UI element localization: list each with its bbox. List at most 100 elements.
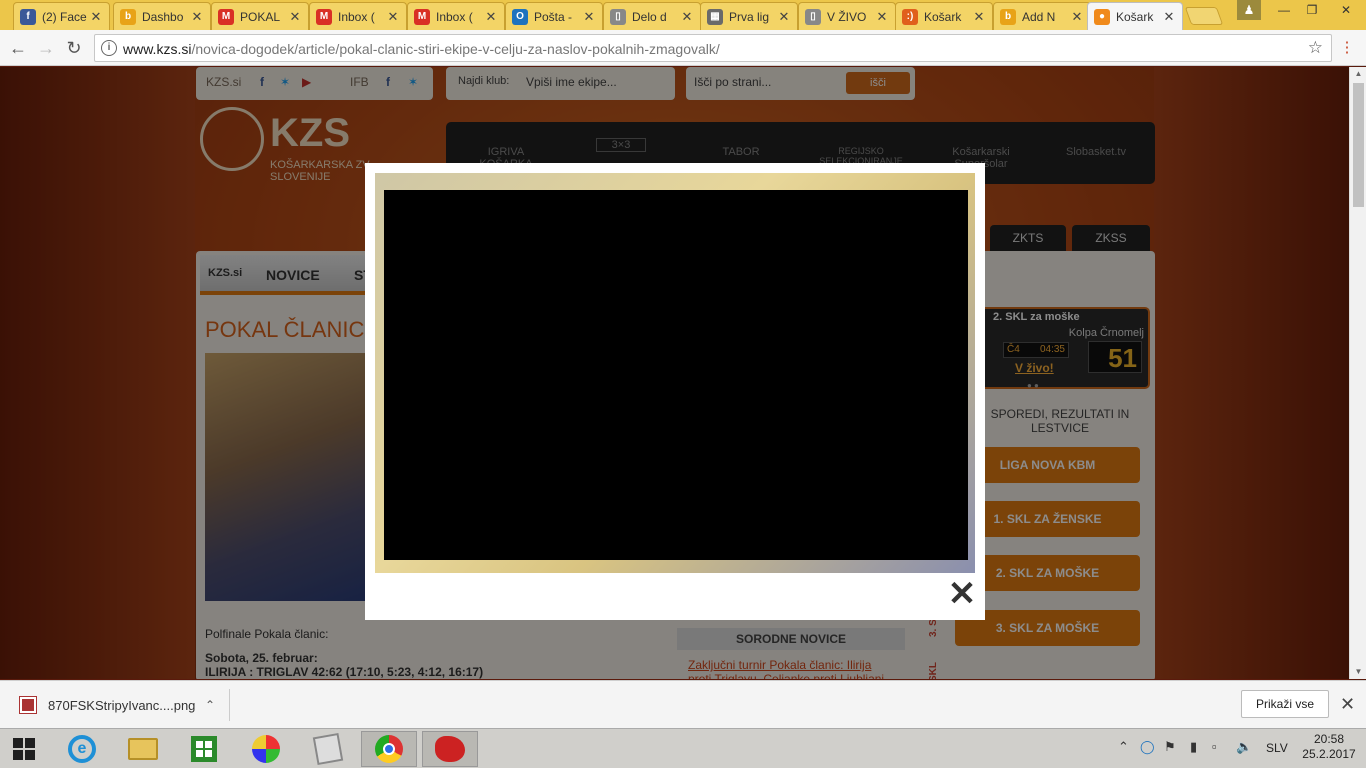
taskbar: e ⌃ ◯ ⚑ ▮ ▫ 🔈 SLV 20:58 25.2.2017 bbox=[0, 728, 1366, 768]
window-close-button[interactable]: ✕ bbox=[1326, 0, 1366, 20]
browser-tab[interactable]: ▦ Prva lig ✕ bbox=[700, 2, 798, 30]
forward-button[interactable]: → bbox=[34, 36, 58, 60]
store-icon bbox=[191, 736, 217, 762]
browser-tab[interactable]: O Pošta - ✕ bbox=[505, 2, 603, 30]
taskbar-chrome[interactable] bbox=[361, 731, 417, 767]
notepad-icon bbox=[312, 732, 344, 766]
taskbar-paint[interactable] bbox=[422, 731, 478, 767]
tab-title: Inbox ( bbox=[436, 9, 473, 24]
tab-favicon-icon: f bbox=[20, 8, 36, 25]
chevron-up-icon[interactable]: ⌃ bbox=[1118, 739, 1129, 755]
tab-favicon-icon: ▯ bbox=[805, 8, 821, 25]
show-all-button[interactable]: Prikaži vse bbox=[1241, 690, 1329, 718]
browser-toolbar: ← → ↻ i www.kzs.si/novica-dogodek/articl… bbox=[0, 30, 1366, 66]
tab-close-icon[interactable]: ✕ bbox=[386, 9, 400, 25]
lightbox-video[interactable] bbox=[384, 190, 968, 560]
tab-close-icon[interactable]: ✕ bbox=[1070, 9, 1084, 25]
taskbar-app-sphere[interactable] bbox=[238, 731, 294, 767]
tab-close-icon[interactable]: ✕ bbox=[484, 9, 498, 25]
url-text: www.kzs.si/novica-dogodek/article/pokal-… bbox=[123, 41, 720, 57]
browser-tab[interactable]: ▯ Delo d ✕ bbox=[603, 2, 701, 30]
taskbar-store[interactable] bbox=[176, 731, 232, 767]
minimize-button[interactable]: — bbox=[1270, 0, 1298, 20]
maximize-button[interactable]: ❐ bbox=[1298, 0, 1326, 20]
browser-tab[interactable]: M Inbox (✕ bbox=[407, 2, 505, 30]
tab-title: Košark bbox=[1116, 9, 1154, 24]
lightbox-modal: ✕ bbox=[365, 163, 985, 620]
browser-tab-strip: f (2) Face ✕ b Dashbo ✕ M POKAL ✕ M Inbox (✕ M Inbox… bbox=[0, 0, 1366, 30]
browser-tab[interactable]: b Add N ✕ bbox=[993, 2, 1091, 30]
tab-title: Add N bbox=[1022, 9, 1056, 24]
scrollbar-thumb[interactable] bbox=[1353, 83, 1364, 207]
tab-title: Delo d bbox=[632, 9, 667, 24]
tab-favicon-icon: ▦ bbox=[707, 8, 723, 25]
internet-explorer-icon: e bbox=[68, 735, 96, 763]
browser-tab[interactable]: ▯ V ŽIVO ✕ bbox=[798, 2, 896, 30]
browser-tab[interactable]: ● Košark ✕ bbox=[1087, 2, 1183, 30]
tab-title: V ŽIVO bbox=[827, 9, 867, 24]
tab-title: Košark bbox=[924, 9, 962, 24]
browser-tab[interactable]: :) Košark ✕ bbox=[895, 2, 993, 30]
close-icon[interactable]: ✕ bbox=[1340, 694, 1355, 715]
tab-favicon-icon: ● bbox=[1094, 8, 1110, 25]
tab-close-icon[interactable]: ✕ bbox=[777, 9, 791, 25]
clock[interactable]: 20:58 25.2.2017 bbox=[1300, 732, 1358, 762]
tab-close-icon[interactable]: ✕ bbox=[190, 9, 204, 25]
clock-time: 20:58 bbox=[1313, 732, 1345, 746]
language-indicator[interactable]: SLV bbox=[1266, 741, 1288, 755]
tab-title: POKAL bbox=[240, 9, 281, 24]
tab-favicon-icon: ▯ bbox=[610, 8, 626, 25]
tab-title: Inbox ( bbox=[338, 9, 375, 24]
address-bar[interactable]: i www.kzs.si/novica-dogodek/article/poka… bbox=[94, 34, 1332, 62]
flag-icon[interactable]: ⚑ bbox=[1164, 739, 1176, 755]
tab-close-icon[interactable]: ✕ bbox=[972, 9, 986, 25]
signal-icon[interactable]: ▫ bbox=[1212, 739, 1217, 754]
browser-tab[interactable]: b Dashbo ✕ bbox=[113, 2, 211, 30]
tab-close-icon[interactable]: ✕ bbox=[582, 9, 596, 25]
tab-favicon-icon: :) bbox=[902, 8, 918, 25]
folder-icon bbox=[128, 738, 158, 760]
url-path: /novica-dogodek/article/pokal-clanic-sti… bbox=[191, 41, 720, 57]
taskbar-file-explorer[interactable] bbox=[115, 731, 171, 767]
scroll-up-arrow-icon[interactable]: ▲ bbox=[1350, 67, 1366, 81]
start-button[interactable] bbox=[0, 731, 48, 767]
close-icon[interactable]: ✕ bbox=[947, 577, 977, 611]
browser-tab[interactable]: M POKAL ✕ bbox=[211, 2, 309, 30]
tab-close-icon[interactable]: ✕ bbox=[288, 9, 302, 25]
back-button[interactable]: ← bbox=[6, 36, 30, 60]
download-filename: 870FSKStripyIvanc....png bbox=[48, 697, 196, 713]
taskbar-notes[interactable] bbox=[300, 731, 356, 767]
browser-tab[interactable]: f (2) Face ✕ bbox=[13, 2, 110, 30]
image-file-icon bbox=[19, 696, 37, 714]
tab-close-icon[interactable]: ✕ bbox=[1162, 9, 1176, 25]
bookmark-star-icon[interactable]: ☆ bbox=[1308, 38, 1323, 58]
chevron-up-icon[interactable]: ⌃ bbox=[205, 698, 215, 712]
tab-title: Dashbo bbox=[142, 9, 184, 24]
download-bar: 870FSKStripyIvanc....png ⌃ Prikaži vse ✕ bbox=[0, 680, 1366, 728]
page-scrollbar[interactable]: ▲ ▼ bbox=[1349, 67, 1366, 679]
download-item[interactable]: 870FSKStripyIvanc....png ⌃ bbox=[8, 689, 230, 721]
tab-close-icon[interactable]: ✕ bbox=[89, 9, 103, 25]
tab-title: Pošta - bbox=[534, 9, 573, 24]
chrome-menu-icon[interactable]: ⋮ bbox=[1338, 38, 1356, 58]
tab-favicon-icon: M bbox=[316, 8, 332, 25]
scroll-down-arrow-icon[interactable]: ▼ bbox=[1350, 665, 1366, 679]
tab-favicon-icon: O bbox=[512, 8, 528, 25]
tab-favicon-icon: M bbox=[218, 8, 234, 25]
info-icon[interactable]: i bbox=[101, 40, 117, 56]
browser-tab[interactable]: M Inbox ( ✕ bbox=[309, 2, 407, 30]
web-page: KZS.si f ✶ ▶ IFB f ✶ Najdi klub: Vpiši i… bbox=[0, 67, 1349, 679]
tab-favicon-icon: b bbox=[1000, 8, 1016, 25]
battery-icon[interactable]: ▮ bbox=[1190, 739, 1197, 755]
tab-close-icon[interactable]: ✕ bbox=[875, 9, 889, 25]
taskbar-internet-explorer[interactable]: e bbox=[54, 731, 110, 767]
url-host: www.kzs.si bbox=[123, 41, 192, 57]
network-update-icon[interactable]: ◯ bbox=[1140, 739, 1155, 755]
new-tab-button[interactable] bbox=[1184, 7, 1224, 25]
speaker-icon[interactable]: 🔈 bbox=[1236, 739, 1252, 755]
user-icon[interactable]: ♟ bbox=[1237, 0, 1261, 20]
tab-title: Prva lig bbox=[729, 9, 770, 24]
tab-close-icon[interactable]: ✕ bbox=[680, 9, 694, 25]
reload-button[interactable]: ↻ bbox=[62, 36, 86, 60]
paint-splat-icon bbox=[435, 736, 465, 762]
